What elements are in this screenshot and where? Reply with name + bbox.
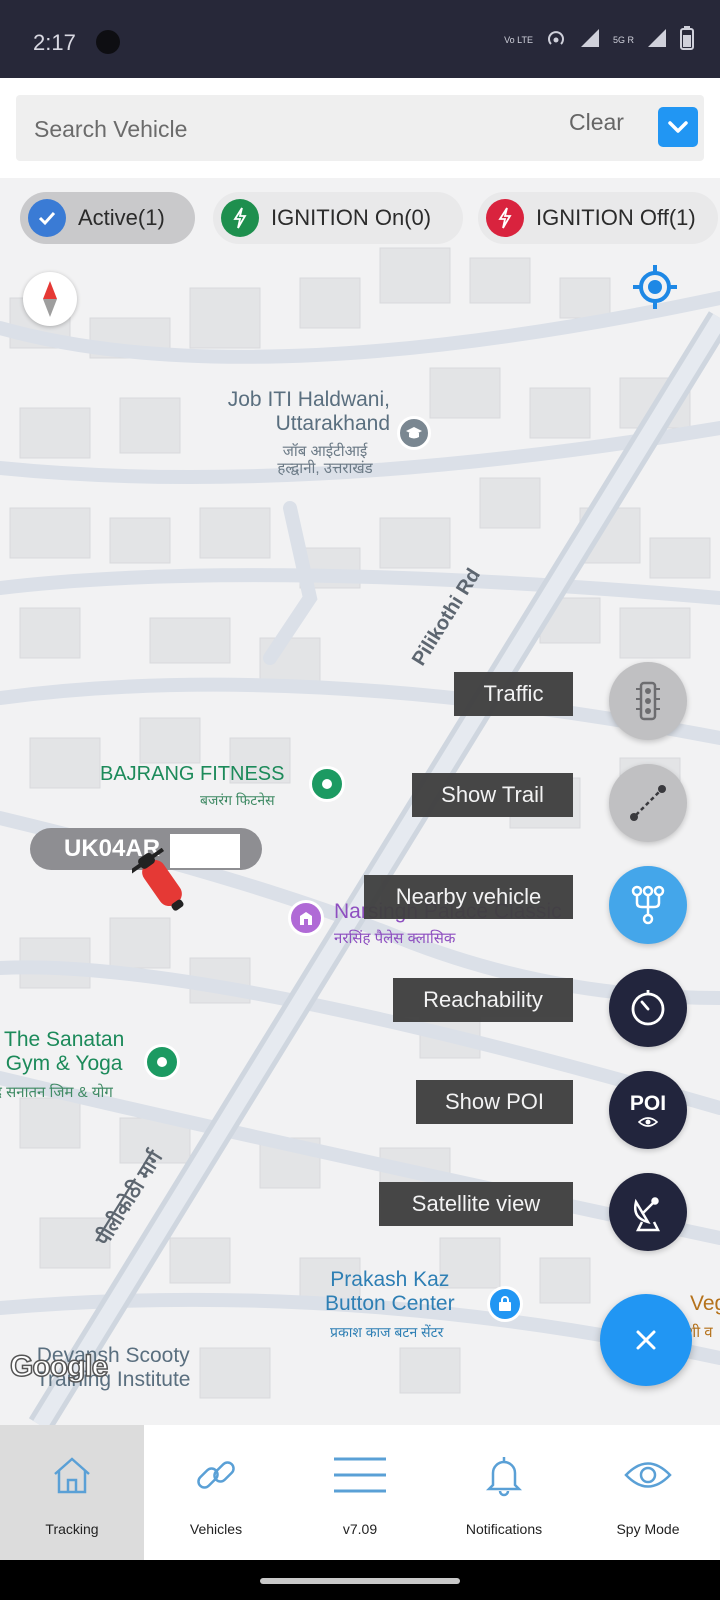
show-poi-label[interactable]: Show POI	[416, 1080, 573, 1124]
status-bar: 2:17 Vo LTE 5G R	[0, 0, 720, 78]
status-icons: Vo LTE 5G R	[504, 26, 694, 53]
poi-label-job-iti-hindi: जॉब आईटीआई हल्द्वानी, उत्तराखंड	[277, 443, 373, 478]
traffic-light-icon	[636, 681, 660, 721]
nav-label-tracking: Tracking	[45, 1521, 99, 1537]
filter-ignition-off-chip[interactable]: IGNITION Off(1)	[478, 192, 718, 244]
bell-icon	[483, 1445, 525, 1505]
reachability-button[interactable]	[609, 969, 687, 1047]
filter-ignition-off-label: IGNITION Off(1)	[536, 205, 696, 230]
filter-active-label: Active(1)	[78, 205, 165, 230]
battery-icon	[680, 26, 694, 53]
nav-item-tracking[interactable]: Tracking	[0, 1425, 144, 1560]
hotspot-icon	[545, 27, 567, 52]
gym-pin-2-icon[interactable]	[144, 1044, 180, 1080]
status-time: 2:17	[33, 30, 76, 55]
compass-icon	[43, 281, 57, 317]
nav-label-spy-mode: Spy Mode	[616, 1521, 680, 1537]
5g-label: 5G R	[612, 34, 634, 45]
search-panel: Clear	[0, 78, 720, 178]
filter-active-chip[interactable]: Active(1)	[20, 192, 195, 244]
clear-button[interactable]: Clear	[569, 109, 624, 136]
poi-label-narsingh-hindi: नरसिंह पैलेस क्लासिक	[334, 930, 456, 947]
scooter-marker-icon[interactable]	[132, 848, 192, 918]
check-icon	[28, 199, 66, 237]
system-nav-bar	[0, 1560, 720, 1600]
satellite-icon	[634, 1197, 661, 1232]
close-icon	[636, 1330, 656, 1350]
signal-icon	[579, 27, 601, 52]
nearby-vehicle-label[interactable]: Nearby vehicle	[364, 875, 573, 919]
close-menu-button[interactable]	[600, 1294, 692, 1386]
nav-item-notifications[interactable]: Notifications	[432, 1425, 576, 1560]
volte-label: Vo LTE	[504, 34, 533, 45]
map-view[interactable]: Active(1) IGNITION On(0) IGNITION Off(1)…	[0, 178, 720, 1425]
search-vehicle-input[interactable]	[34, 113, 514, 145]
eye-icon	[624, 1445, 672, 1505]
poi-label-job-iti: Job ITI Haldwani, Uttarakhand	[227, 388, 390, 436]
nav-label-version: v7.09	[342, 1521, 378, 1537]
show-trail-button[interactable]	[609, 764, 687, 842]
nearby-vehicle-button[interactable]	[609, 866, 687, 944]
nav-item-menu[interactable]: v7.09	[288, 1425, 432, 1560]
traffic-button[interactable]	[609, 662, 687, 740]
lightning-icon	[486, 199, 524, 237]
poi-label-prakash: Prakash Kaz Button Center	[325, 1268, 455, 1316]
my-location-button[interactable]	[630, 262, 680, 312]
satellite-view-label[interactable]: Satellite view	[379, 1182, 573, 1226]
poi-label-sanatan: The Sanatan Gym & Yoga	[4, 1028, 125, 1076]
nearby-icon	[631, 885, 665, 925]
palace-pin-icon[interactable]	[288, 900, 324, 936]
compass-button[interactable]	[23, 272, 77, 326]
filter-ignition-on-label: IGNITION On(0)	[271, 205, 432, 230]
school-pin-icon[interactable]	[397, 416, 431, 450]
reachability-label[interactable]: Reachability	[393, 978, 573, 1022]
home-icon	[51, 1445, 93, 1505]
signal-2-icon	[646, 27, 668, 52]
chevron-down-icon	[668, 121, 688, 133]
poi-icon: POI	[629, 1092, 667, 1115]
lightning-icon	[221, 199, 259, 237]
shop-pin-icon[interactable]	[487, 1286, 523, 1322]
search-box: Clear	[16, 95, 704, 161]
google-logo: Google	[9, 1349, 109, 1384]
timer-icon	[631, 990, 665, 1026]
satellite-view-button[interactable]	[609, 1173, 687, 1251]
poi-label-bajrang: BAJRANG FITNESS	[100, 763, 285, 785]
poi-label-right-edge: Veg	[690, 1292, 720, 1315]
nav-label-notifications: Notifications	[465, 1521, 543, 1537]
dropdown-button[interactable]	[658, 107, 698, 147]
menu-icon	[332, 1445, 388, 1505]
gym-pin-icon[interactable]	[309, 766, 345, 802]
traffic-label[interactable]: Traffic	[454, 672, 573, 716]
bottom-nav: Tracking Vehicles v7.09 Notifications Sp…	[0, 1425, 720, 1560]
filter-ignition-on-chip[interactable]: IGNITION On(0)	[213, 192, 463, 244]
show-poi-button[interactable]: POI	[609, 1071, 687, 1149]
nav-item-spy-mode[interactable]: Spy Mode	[576, 1425, 720, 1560]
nav-item-vehicles[interactable]: Vehicles	[144, 1425, 288, 1560]
eye-small-icon	[638, 1117, 658, 1127]
link-icon	[193, 1445, 239, 1505]
nav-label-vehicles: Vehicles	[189, 1521, 243, 1537]
crosshair-icon	[633, 265, 677, 309]
show-trail-label[interactable]: Show Trail	[412, 773, 573, 817]
poi-label-prakash-hindi: प्रकाश काज बटन सेंटर	[330, 1324, 444, 1340]
trail-icon	[630, 785, 666, 821]
poi-label-bajrang-hindi: बजरंग फिटनेस	[200, 792, 275, 808]
home-gesture-handle[interactable]	[260, 1578, 460, 1584]
notification-dot-icon	[96, 30, 120, 54]
poi-label-sanatan-hindi: द सनातन जिम & योग	[0, 1084, 113, 1101]
